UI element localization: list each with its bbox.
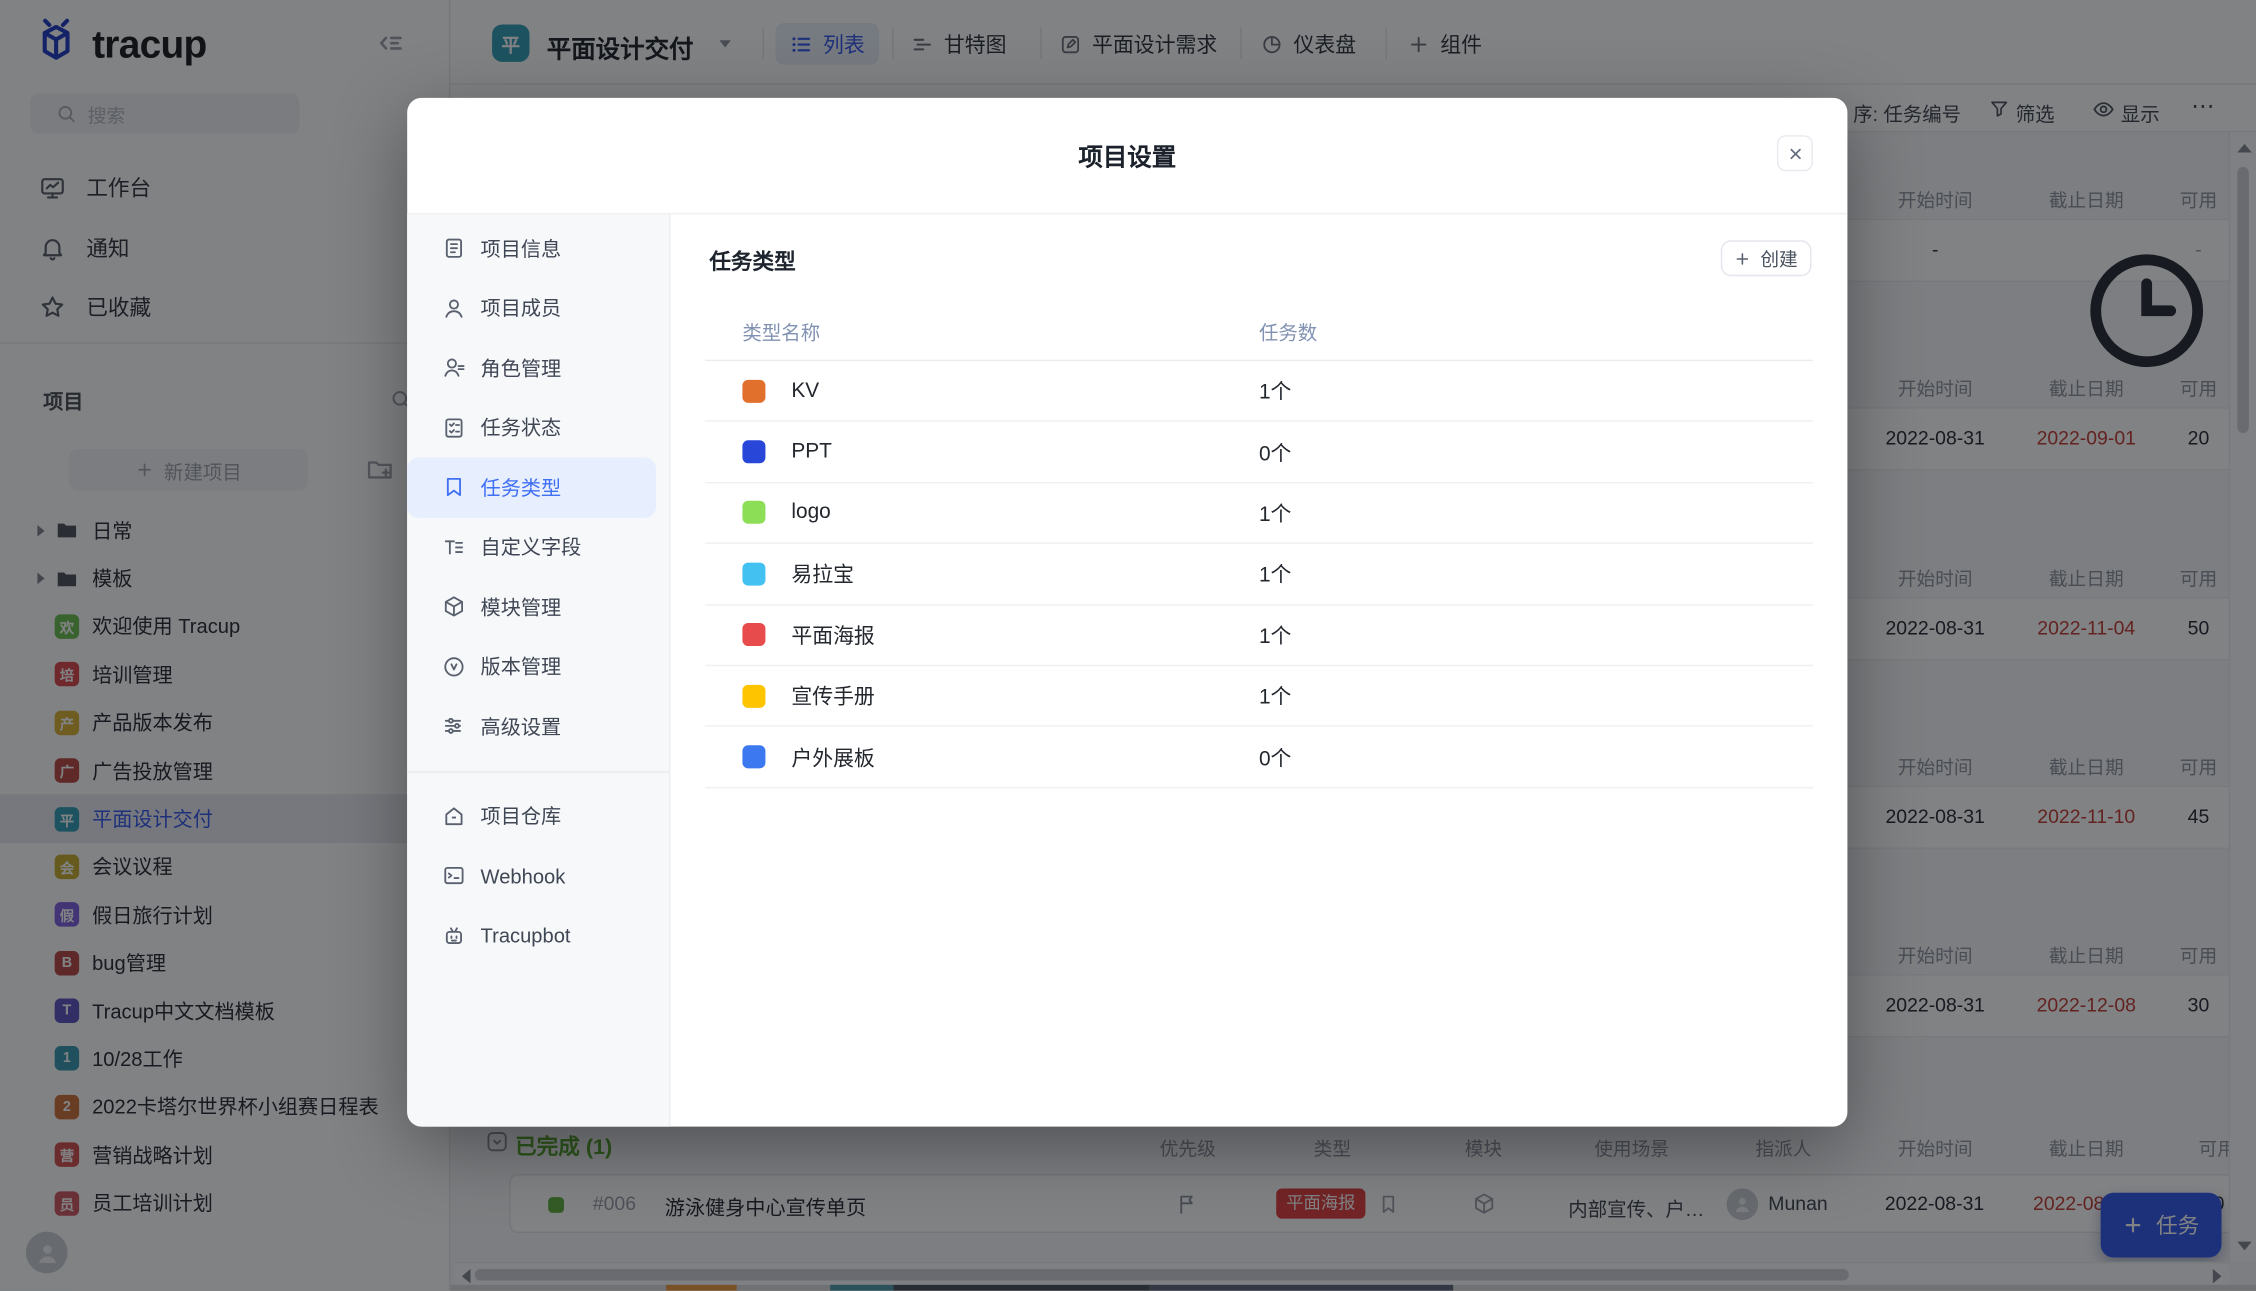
type-color-swatch <box>742 623 765 646</box>
type-row[interactable]: logo1个 <box>705 483 1813 544</box>
bookmark-icon <box>442 475 466 499</box>
modal-nav-project-info[interactable]: 项目信息 <box>407 219 656 279</box>
sliders-icon <box>442 714 466 738</box>
type-color-swatch <box>742 745 765 768</box>
project-settings-modal: 项目设置 项目信息 项目成员 角色管理 任务状态 任务类型 自定义字段 模块管理… <box>407 98 1847 1127</box>
robot-icon <box>442 923 466 947</box>
type-table: KV1个 PPT0个 logo1个 易拉宝1个 平面海报1个 宣传手册1个 户外… <box>705 361 1813 788</box>
col-task-count: 任务数 <box>1259 317 1317 346</box>
type-row[interactable]: KV1个 <box>705 361 1813 422</box>
type-color-swatch <box>742 379 765 402</box>
modal-nav-members[interactable]: 项目成员 <box>407 278 656 338</box>
person-icon <box>442 296 466 320</box>
modal-sidebar: 项目信息 项目成员 角色管理 任务状态 任务类型 自定义字段 模块管理 版本管理… <box>407 214 670 1126</box>
plus-icon <box>1734 250 1751 267</box>
modal-nav-task-status[interactable]: 任务状态 <box>407 398 656 458</box>
screen: tracup 搜索 工作台 通知 已收藏 项目 新 <box>0 0 2256 1291</box>
version-icon <box>442 654 466 678</box>
type-color-swatch <box>742 562 765 585</box>
cube-icon <box>442 595 466 619</box>
modal-title: 项目设置 <box>407 137 1847 173</box>
modal-nav-custom-fields[interactable]: 自定义字段 <box>407 517 656 577</box>
modal-section-heading: 任务类型 <box>709 246 795 276</box>
modal-nav-webhook[interactable]: Webhook <box>407 846 656 906</box>
type-color-swatch <box>742 501 765 524</box>
type-row[interactable]: 平面海报1个 <box>705 605 1813 666</box>
type-color-swatch <box>742 440 765 463</box>
doc-list-icon <box>442 236 466 260</box>
close-button[interactable] <box>1777 135 1813 171</box>
modal-nav-tracupbot[interactable]: Tracupbot <box>407 906 656 966</box>
modal-nav-versions[interactable]: 版本管理 <box>407 637 656 697</box>
type-row[interactable]: 户外展板0个 <box>705 727 1813 788</box>
modal-nav-advanced[interactable]: 高级设置 <box>407 696 656 756</box>
type-row[interactable]: 宣传手册1个 <box>705 666 1813 727</box>
home-icon <box>442 804 466 828</box>
type-row[interactable]: 易拉宝1个 <box>705 544 1813 605</box>
modal-nav-modules[interactable]: 模块管理 <box>407 577 656 637</box>
type-color-swatch <box>742 684 765 707</box>
divider <box>407 770 669 771</box>
person-settings-icon <box>442 356 466 380</box>
type-row[interactable]: PPT0个 <box>705 422 1813 483</box>
checklist-icon <box>442 415 466 439</box>
modal-nav-roles[interactable]: 角色管理 <box>407 338 656 398</box>
modal-nav-repository[interactable]: 项目仓库 <box>407 786 656 846</box>
terminal-icon <box>442 864 466 888</box>
modal-nav-task-types[interactable]: 任务类型 <box>407 458 656 518</box>
create-type-button[interactable]: 创建 <box>1721 240 1812 276</box>
col-type-name: 类型名称 <box>742 317 820 346</box>
text-field-icon <box>442 535 466 559</box>
